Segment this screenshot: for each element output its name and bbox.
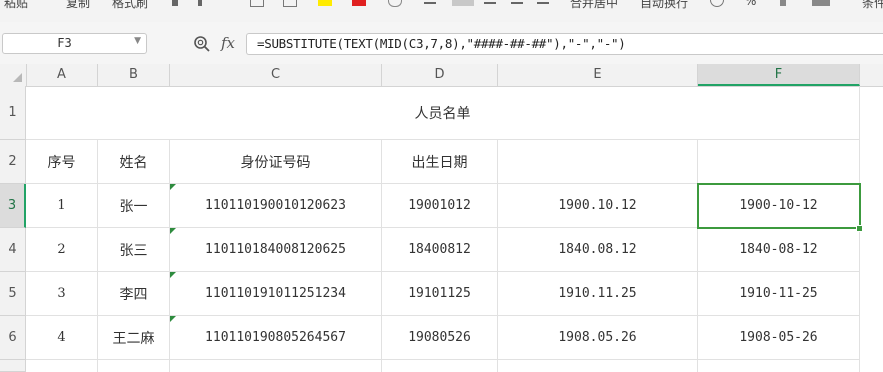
row-header-5[interactable]: 5 [0, 272, 26, 316]
column-header-c[interactable]: C [170, 64, 382, 86]
distribute-icon[interactable] [511, 2, 523, 4]
font-color-icon[interactable] [352, 0, 366, 6]
data-cell-b3[interactable]: 张一 [98, 184, 170, 228]
data-cell-f6[interactable]: 1908-05-26 [698, 316, 860, 360]
italic-icon[interactable] [198, 0, 202, 6]
error-indicator-icon[interactable] [170, 228, 176, 234]
data-cell-e6[interactable]: 1908.05.26 [498, 316, 698, 360]
row-header-6[interactable]: 6 [0, 316, 26, 360]
column-header-d[interactable]: D [382, 64, 498, 86]
align-right-icon[interactable] [484, 2, 496, 4]
formula-bar: F3 ▼ fx =SUBSTITUTE(TEXT(MID(C3,7,8),"##… [0, 22, 883, 65]
empty-cell-b7[interactable] [98, 360, 170, 372]
fill-handle[interactable] [856, 225, 863, 232]
fill-color-icon[interactable] [318, 0, 332, 6]
data-cell-b5[interactable]: 李四 [98, 272, 170, 316]
row-header-4[interactable]: 4 [0, 228, 26, 272]
merge-center-button[interactable]: 合并居中 [570, 0, 618, 11]
error-indicator-icon[interactable] [170, 184, 176, 190]
zoom-icon[interactable] [193, 35, 211, 53]
row-header-1[interactable]: 1 [0, 86, 26, 140]
data-cell-d4[interactable]: 18400812 [382, 228, 498, 272]
header-cell-d[interactable]: 出生日期 [382, 140, 498, 184]
currency-icon[interactable] [710, 0, 724, 7]
header-cell-f[interactable] [698, 140, 860, 184]
title-cell[interactable]: 人员名单 [26, 86, 860, 140]
header-cell-c[interactable]: 身份证号码 [170, 140, 382, 184]
align-left-icon[interactable] [424, 2, 436, 4]
select-all-icon[interactable] [0, 64, 27, 86]
data-cell-a3[interactable]: 1 [26, 184, 98, 228]
percent-icon[interactable]: % [745, 0, 756, 8]
decimal-icon[interactable] [812, 0, 830, 6]
formula-input[interactable]: =SUBSTITUTE(TEXT(MID(C3,7,8),"####-##-##… [246, 33, 883, 55]
name-box[interactable]: F3 ▼ [2, 33, 147, 54]
data-cell-f5[interactable]: 1910-11-25 [698, 272, 860, 316]
empty-cell-f7[interactable] [698, 360, 860, 372]
header-cell-e[interactable] [498, 140, 698, 184]
justify-icon[interactable] [537, 2, 549, 4]
data-cell-e3[interactable]: 1900.10.12 [498, 184, 698, 228]
border-dropdown-icon[interactable] [283, 0, 297, 7]
align-center-icon[interactable] [452, 0, 474, 6]
data-cell-c4[interactable]: 110110184008120625 [170, 228, 382, 272]
header-cell-a[interactable]: 序号 [26, 140, 98, 184]
data-cell-a4[interactable]: 2 [26, 228, 98, 272]
data-cell-b6[interactable]: 王二麻 [98, 316, 170, 360]
column-header-e[interactable]: E [498, 64, 698, 86]
wrap-text-button[interactable]: 自动换行 [640, 0, 688, 11]
data-cell-a5[interactable]: 3 [26, 272, 98, 316]
bold-icon[interactable] [172, 0, 178, 6]
data-cell-d3[interactable]: 19001012 [382, 184, 498, 228]
border-icon[interactable] [250, 0, 264, 7]
empty-cell-c7[interactable] [170, 360, 382, 372]
format-painter-button[interactable]: 格式刷 [112, 0, 148, 11]
empty-cell-e7[interactable] [498, 360, 698, 372]
data-cell-c5[interactable]: 110110191011251234 [170, 272, 382, 316]
ribbon-toolbar: 粘贴 复制 格式刷 合并居中 自动换行 % 条件 [0, 0, 883, 23]
cell-selection[interactable] [697, 183, 861, 229]
column-header-row: A B C D E F [0, 64, 883, 87]
column-header-b[interactable]: B [98, 64, 170, 86]
empty-cell-d7[interactable] [382, 360, 498, 372]
data-cell-b4[interactable]: 张三 [98, 228, 170, 272]
header-cell-b[interactable]: 姓名 [98, 140, 170, 184]
fx-icon[interactable]: fx [221, 34, 235, 52]
data-cell-c3[interactable]: 110110190010120623 [170, 184, 382, 228]
row-header-2[interactable]: 2 [0, 140, 26, 184]
thousands-icon[interactable] [780, 0, 786, 6]
copy-button[interactable]: 复制 [66, 0, 90, 11]
column-header-a[interactable]: A [26, 64, 98, 86]
dropdown-arrow-icon[interactable]: ▼ [134, 36, 141, 46]
clear-icon[interactable] [388, 0, 402, 7]
data-cell-f4[interactable]: 1840-08-12 [698, 228, 860, 272]
empty-cell-a7[interactable] [26, 360, 98, 372]
data-cell-e4[interactable]: 1840.08.12 [498, 228, 698, 272]
data-cell-d5[interactable]: 19101125 [382, 272, 498, 316]
error-indicator-icon[interactable] [170, 316, 176, 322]
row-header-7[interactable] [0, 360, 26, 372]
name-box-value: F3 [57, 36, 72, 50]
data-cell-c6[interactable]: 110110190805264567 [170, 316, 382, 360]
conditional-format-button[interactable]: 条件 [862, 0, 883, 11]
row-header-3[interactable]: 3 [0, 184, 26, 228]
paste-button[interactable]: 粘贴 [4, 0, 28, 11]
column-header-f[interactable]: F [698, 64, 860, 86]
data-cell-a6[interactable]: 4 [26, 316, 98, 360]
formula-text: =SUBSTITUTE(TEXT(MID(C3,7,8),"####-##-##… [257, 36, 626, 51]
data-cell-d6[interactable]: 19080526 [382, 316, 498, 360]
data-cell-e5[interactable]: 1910.11.25 [498, 272, 698, 316]
error-indicator-icon[interactable] [170, 272, 176, 278]
